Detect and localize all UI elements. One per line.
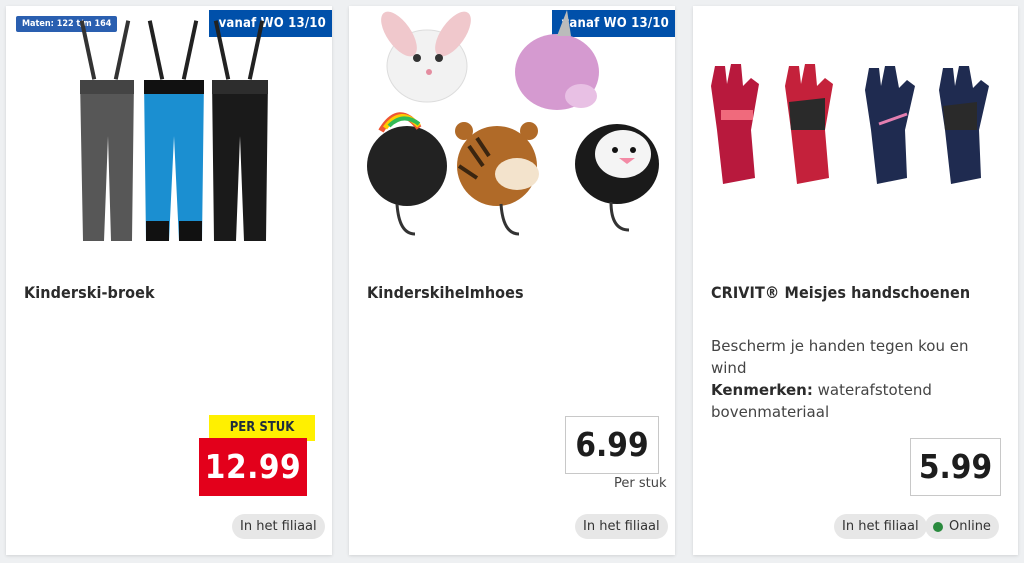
helmet-covers-image	[367, 10, 659, 236]
price: 6.99	[565, 416, 659, 474]
product-title[interactable]: CRIVIT® Meisjes handschoenen	[711, 283, 970, 302]
price: 12.99	[199, 438, 307, 496]
availability-store-badge: In het filiaal	[232, 514, 325, 539]
product-description: Bescherm je handen tegen kou en wind Ken…	[711, 335, 1006, 423]
online-status-icon	[933, 521, 943, 532]
description-text: Bescherm je handen tegen kou en wind	[711, 337, 969, 377]
availability-store-badge: In het filiaal	[834, 514, 927, 539]
ski-pants-image	[79, 20, 268, 241]
price: 5.99	[910, 438, 1001, 496]
product-title[interactable]: Kinderskihelmhoes	[367, 283, 524, 302]
online-label: Online	[949, 519, 991, 534]
product-card-helmet-covers[interactable]: vanaf WO 13/10 Kinderskihelmhoes 6.99 Pe…	[349, 6, 675, 555]
description-label: Kenmerken:	[711, 381, 813, 399]
availability-online-badge: Online	[925, 514, 999, 539]
gloves-image	[711, 64, 989, 184]
product-title[interactable]: Kinderski-broek	[24, 283, 155, 302]
availability-store-badge: In het filiaal	[575, 514, 668, 539]
product-card-gloves[interactable]: CRIVIT® Meisjes handschoenen Bescherm je…	[693, 6, 1018, 555]
product-card-ski-pants[interactable]: Maten: 122 t/m 164 vanaf WO 13/10 Kinder…	[6, 6, 332, 555]
price-unit: Per stuk	[614, 476, 667, 491]
